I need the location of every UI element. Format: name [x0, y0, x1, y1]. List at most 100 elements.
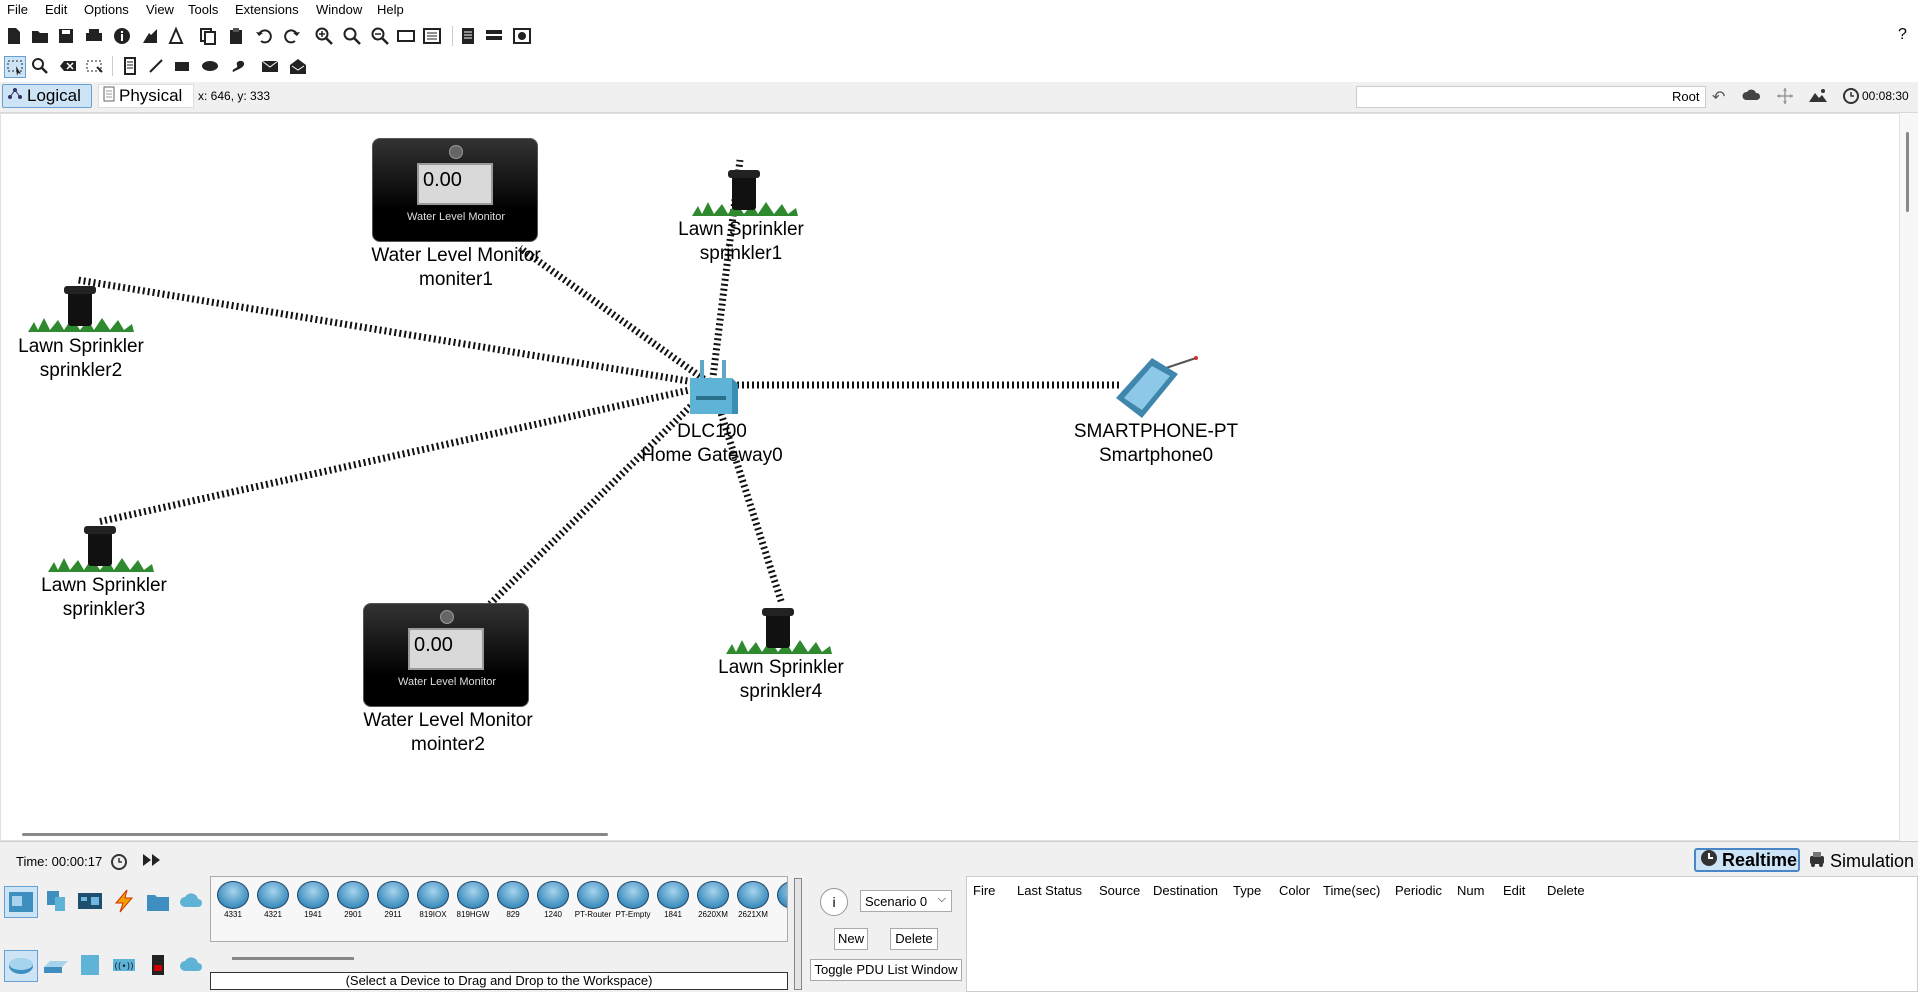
col-num: Num	[1457, 883, 1485, 898]
router-icon	[337, 881, 369, 909]
home-gateway-icon[interactable]	[686, 358, 740, 422]
realtime-clock-icon	[1700, 849, 1718, 872]
chevron-down-icon: ⌵	[937, 893, 946, 905]
router-icon	[217, 881, 249, 909]
scenario-value: Scenario 0	[865, 893, 928, 909]
col-destination: Destination	[1153, 883, 1219, 898]
sprinkler3-name: sprinkler3	[62, 599, 146, 620]
connections-category-icon[interactable]	[108, 886, 140, 916]
svg-text:((•)): ((•))	[114, 962, 133, 972]
sprinkler3-label: Lawn Sprinkler sprinkler3	[41, 574, 167, 622]
sprinkler3-icon[interactable]	[48, 524, 154, 574]
power-led-icon	[449, 145, 463, 159]
network-devices-category-icon[interactable]	[4, 886, 38, 918]
col-source: Source	[1099, 883, 1141, 898]
device-model-label: 819HGW	[456, 910, 490, 919]
realtime-mode-button[interactable]: Realtime	[1694, 848, 1800, 872]
water-level-monitor-2[interactable]: 0.00 Water Level Monitor	[363, 603, 529, 707]
fast-forward-icon[interactable]	[142, 852, 162, 871]
col-periodic: Periodic	[1395, 883, 1442, 898]
router-icon	[737, 881, 769, 909]
device-model-label: 1841	[664, 910, 682, 919]
gateway-model: DLC100	[677, 421, 747, 442]
device-model-label: 1941	[304, 910, 322, 919]
smartphone-icon[interactable]	[1112, 356, 1202, 420]
device-model-label: 2911	[384, 910, 402, 919]
multiuser-category-icon[interactable]	[176, 886, 208, 916]
router-icon	[537, 881, 569, 909]
switches-subcategory-icon[interactable]	[40, 950, 72, 980]
wan-emulation-subcategory-icon[interactable]	[176, 950, 208, 980]
panel-divider[interactable]	[794, 878, 802, 990]
monitor2-display: 0.00	[408, 628, 484, 670]
routers-subcategory-icon[interactable]	[4, 950, 38, 982]
sprinkler4-icon[interactable]	[726, 606, 832, 656]
water-level-monitor-1[interactable]: 0.00 Water Level Monitor	[372, 138, 538, 242]
monitor1-model: Water Level Monitor	[371, 245, 541, 266]
smartphone-label: SMARTPHONE-PT Smartphone0	[1074, 420, 1238, 468]
monitor2-name: mointer2	[411, 734, 485, 755]
security-subcategory-icon[interactable]	[142, 950, 174, 980]
simulation-label: Simulation	[1830, 851, 1915, 871]
monitor2-caption: Water Level Monitor	[397, 676, 497, 688]
device-model-tile[interactable]: 4321	[255, 881, 291, 921]
smartphone-name: Smartphone0	[1098, 445, 1214, 466]
hubs-subcategory-icon[interactable]	[74, 950, 106, 980]
device-model-tile[interactable]: 1240	[535, 881, 571, 921]
toggle-pdu-list-button[interactable]: Toggle PDU List Window	[810, 959, 962, 981]
power-cycle-icon[interactable]	[110, 852, 128, 873]
sprinkler3-model: Lawn Sprinkler	[41, 575, 167, 596]
device-model-label: 4321	[264, 910, 282, 919]
components-category-icon[interactable]	[74, 886, 106, 916]
monitor1-caption: Water Level Monitor	[406, 211, 506, 223]
link-gateway-sprinkler2	[77, 276, 713, 389]
monitor1-name: moniter1	[419, 269, 493, 290]
device-model-label: PT-Empty	[615, 910, 651, 919]
scenario-info-icon[interactable]: i	[820, 888, 848, 916]
smartphone-model: SMARTPHONE-PT	[1073, 421, 1239, 442]
link-gateway-sprinkler3	[97, 381, 713, 526]
device-model-tile[interactable]: 2901	[335, 881, 371, 921]
device-model-tile[interactable]: 1941	[295, 881, 331, 921]
miscellaneous-category-icon[interactable]	[142, 886, 174, 916]
device-model-tile[interactable]: PT-Empty	[615, 881, 651, 921]
device-strip-scrollbar[interactable]	[232, 957, 354, 960]
router-icon	[297, 881, 329, 909]
router-icon	[657, 881, 689, 909]
device-model-label: 2620XM	[698, 910, 728, 919]
device-model-label: 819IOX	[419, 910, 447, 919]
device-model-tile[interactable]: 2620XM	[695, 881, 731, 921]
scenario-select[interactable]: Scenario 0 ⌵	[860, 890, 952, 912]
new-scenario-button[interactable]: New	[834, 928, 868, 950]
end-devices-category-icon[interactable]	[40, 886, 72, 916]
sprinkler1-icon[interactable]	[692, 168, 798, 218]
monitor1-display: 0.00	[417, 163, 493, 205]
pdu-list-table: Fire Last Status Source Destination Type…	[966, 876, 1918, 992]
col-time: Time(sec)	[1323, 883, 1381, 898]
gateway-label: DLC100 Home Gateway0	[641, 420, 783, 468]
simulation-mode-button[interactable]: Simulation	[1808, 850, 1914, 873]
col-edit: Edit	[1503, 883, 1526, 898]
device-model-tile[interactable]: 819HGW	[455, 881, 491, 921]
device-model-tile[interactable]: 819IOX	[415, 881, 451, 921]
sprinkler2-icon[interactable]	[28, 284, 134, 334]
device-model-label: 829	[506, 910, 520, 919]
device-model-tile[interactable]: 829	[495, 881, 531, 921]
device-model-tile[interactable]: 2621XM	[735, 881, 771, 921]
device-model-label: 2621XM	[738, 910, 768, 919]
simulation-time: Time: 00:00:17	[16, 854, 103, 869]
gateway-name: Home Gateway0	[641, 445, 783, 466]
device-model-tile[interactable]: 4331	[215, 881, 251, 921]
device-model-tile[interactable]: 2	[775, 881, 787, 921]
router-icon	[457, 881, 489, 909]
device-model-tile[interactable]: 2911	[375, 881, 411, 921]
delete-scenario-button[interactable]: Delete	[890, 928, 938, 950]
device-model-tile[interactable]: PT-Router	[575, 881, 611, 921]
monitor2-label: Water Level Monitor mointer2	[363, 709, 532, 757]
col-fire: Fire	[973, 883, 996, 898]
router-icon	[777, 881, 787, 909]
sprinkler4-label: Lawn Sprinkler sprinkler4	[718, 656, 844, 704]
wireless-devices-subcategory-icon[interactable]: ((•))	[108, 950, 140, 980]
device-model-tile[interactable]: 1841	[655, 881, 691, 921]
router-icon	[497, 881, 529, 909]
